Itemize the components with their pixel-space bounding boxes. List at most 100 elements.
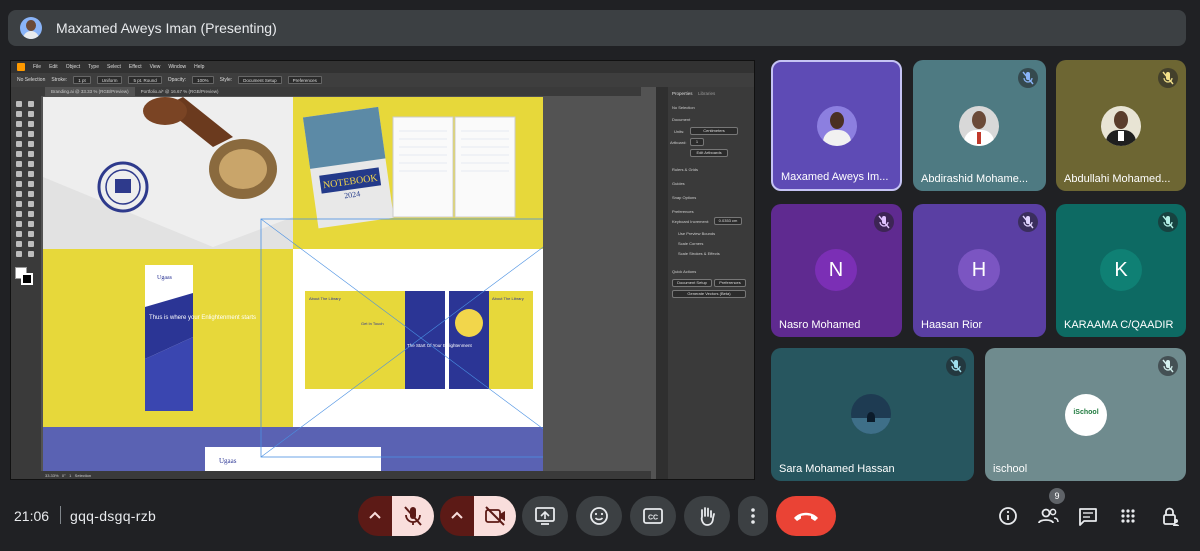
participant-tile[interactable]: Sara Mohamed Hassan (771, 348, 974, 481)
participant-tile[interactable]: iSchool ischool (985, 348, 1186, 481)
units-select: Centimeters (690, 127, 738, 135)
leave-call-button[interactable] (776, 496, 836, 536)
shared-screen[interactable]: File Edit Object Type Select Effect View… (10, 60, 755, 480)
avatar: K (1100, 249, 1142, 291)
panel-no-selection: No Selection (672, 105, 695, 110)
camera-toggle-button[interactable] (474, 496, 516, 536)
menu-item: View (149, 64, 161, 70)
rotation-status: 0° (61, 473, 66, 478)
svg-text:CC: CC (648, 515, 658, 522)
meet-window: Maxamed Aweys Iman (Presenting) File Edi… (0, 0, 1200, 551)
panel-snap: Snap Options (672, 195, 697, 200)
more-options-button[interactable] (738, 496, 768, 536)
participant-name: Maxamed Aweys Im... (781, 171, 889, 183)
qa-document-setup: Document Setup (672, 279, 712, 287)
participant-name: Abdirashid Mohame... (921, 173, 1028, 185)
mic-off-icon (946, 356, 966, 376)
mic-off-icon (1158, 68, 1178, 88)
lock-person-icon (1163, 507, 1179, 526)
brochure-about-right: About The Library (492, 296, 524, 301)
people-icon (1038, 508, 1059, 524)
avatar: N (815, 249, 857, 291)
brochure-get-in-touch: Get In Touch (361, 321, 384, 326)
mic-off-icon (1018, 68, 1038, 88)
qa-generate-vectors: Generate Vectors (Beta) (672, 290, 746, 298)
toolbox (11, 87, 41, 479)
document-tab: Portfolio.ai* @ 16.67 % (RGB/Preview) (140, 89, 219, 94)
participant-tile[interactable]: Abdullahi Mohamed... (1056, 60, 1186, 191)
stroke-profile: Uniform (96, 76, 123, 84)
artboard-select: 1 (690, 138, 704, 146)
mode-status: Selection (74, 473, 92, 478)
avatar (817, 106, 857, 146)
qa-preferences: Preferences (714, 279, 746, 287)
chevron-up-icon (451, 511, 463, 519)
mic-toggle-button[interactable] (392, 496, 434, 536)
avatar: H (958, 249, 1000, 291)
people-button[interactable] (1032, 500, 1064, 532)
panel-units-label: Units: (674, 129, 685, 134)
present-screen-button[interactable] (522, 496, 568, 536)
menu-item: Help (194, 64, 205, 70)
apps-grid-icon (1121, 509, 1135, 523)
participant-name: ischool (993, 463, 1028, 475)
participant-name: Sara Mohamed Hassan (779, 463, 895, 475)
artboard-canvas[interactable]: NOTEBOOK 2024 Thus is where your Enlight… (43, 97, 543, 473)
participant-tile[interactable]: Abdirashid Mohame... (913, 60, 1046, 191)
reactions-button[interactable] (576, 496, 622, 536)
style-label: Style: (219, 77, 233, 83)
presenter-avatar (20, 17, 42, 39)
panel-quick-actions: Quick Actions (672, 269, 697, 274)
captions-button[interactable]: CC (630, 496, 676, 536)
avatar (851, 394, 891, 434)
participant-tile[interactable]: K KARAAMA C/QAADIR (1056, 204, 1186, 337)
mic-off-icon (404, 506, 422, 526)
keyboard-increment-value: 0.0353 cm (714, 217, 742, 225)
menu-item: Object (65, 64, 81, 70)
raise-hand-button[interactable] (684, 496, 730, 536)
stroke-value: 1 pt (73, 76, 91, 84)
stroke-label: Stroke: (51, 77, 68, 83)
menu-item: Effect (128, 64, 142, 70)
menu-item: Window (168, 64, 187, 70)
illustrator-control-bar: No Selection Stroke: 1 pt Uniform 5 pt. … (11, 73, 754, 87)
meeting-clock: 21:06 (14, 508, 50, 524)
participant-name: Nasro Mohamed (779, 319, 861, 331)
brush-select: 5 pt. Round (128, 76, 162, 84)
meeting-details-button[interactable] (992, 500, 1024, 532)
more-vert-icon (751, 508, 755, 524)
host-controls-button[interactable] (1154, 500, 1186, 532)
illustrator-menubar: File Edit Object Type Select Effect View… (11, 61, 754, 73)
avatar (959, 106, 999, 146)
ischool-logo-text: iSchool (1073, 409, 1099, 416)
panel-tab-libraries: Libraries (698, 91, 716, 96)
panel-document: Document (672, 117, 691, 122)
mic-off-icon (874, 212, 894, 232)
participant-name: Haasan Rior (921, 319, 983, 331)
participant-tile[interactable]: H Haasan Rior (913, 204, 1046, 337)
mic-off-icon (1158, 356, 1178, 376)
preferences-chip: Preferences (287, 76, 322, 84)
chat-button[interactable] (1072, 500, 1104, 532)
participant-tile[interactable]: N Nasro Mohamed (771, 204, 902, 337)
hang-up-icon (794, 512, 818, 521)
panel-opt-scale-strokes: Scale Strokes & Effects (678, 251, 720, 256)
panel-keyboard-increment-label: Keyboard Increment: (672, 219, 710, 224)
banner-brand: Ugaas (157, 275, 173, 281)
banner-text: Thus is where your Enlightenment starts (149, 315, 256, 321)
document-tab: Branding.ai @ 33.33 % (RGB/Preview) (45, 87, 135, 96)
artboard-status: 1 (69, 473, 72, 478)
selection-status: No Selection (17, 77, 46, 83)
hand-icon (700, 507, 715, 526)
present-icon (535, 507, 555, 525)
illustrator-logo (17, 63, 25, 71)
activities-button[interactable] (1112, 500, 1144, 532)
document-setup-chip: Document Setup (238, 76, 282, 84)
panel-preferences: Preferences (672, 209, 694, 214)
participant-tile[interactable]: Maxamed Aweys Im... (771, 60, 902, 191)
meeting-code[interactable]: gqq-dsgq-rzb (70, 508, 156, 524)
mic-options-button[interactable] (358, 496, 392, 536)
properties-panel: Properties Libraries No Selection Docume… (656, 87, 754, 479)
camera-options-button[interactable] (440, 496, 474, 536)
avatar (1101, 106, 1141, 146)
